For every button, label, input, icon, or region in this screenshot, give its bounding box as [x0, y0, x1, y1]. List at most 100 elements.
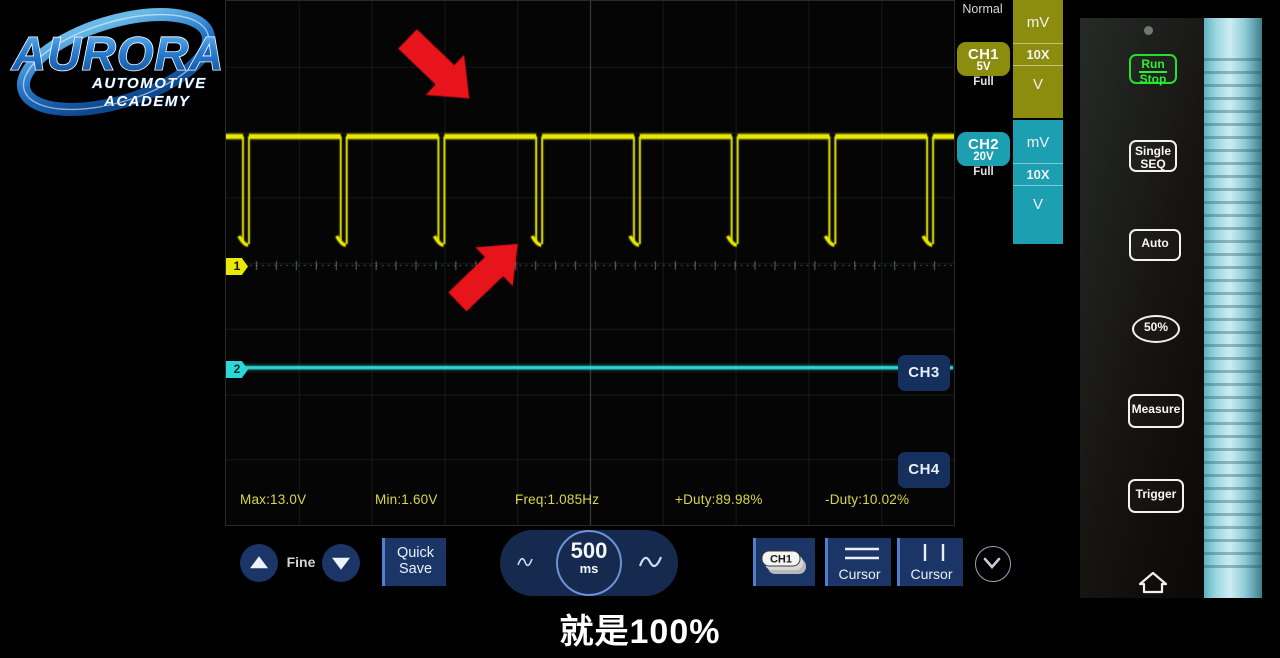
probe-ridge: [1204, 513, 1262, 516]
run-stop-line1: Run: [1139, 57, 1167, 74]
ch1-scale-buttons: mV 10X V: [1013, 0, 1063, 118]
probe-cable: [1204, 18, 1262, 598]
screenshot-root: AURORA AUTOMOTIVE ACADEMY 1 2 CH3 CH4 Ma…: [0, 0, 1280, 658]
vertical-cursor-label: Cursor: [910, 566, 953, 582]
device-single-seq-button[interactable]: Single SEQ: [1129, 140, 1177, 172]
probe-ridge: [1204, 253, 1262, 256]
ch1-mv-button[interactable]: mV: [1013, 0, 1063, 43]
ch1-badge-scale: 5V: [976, 61, 991, 73]
ch2-v-button[interactable]: V: [1013, 186, 1063, 229]
ch1-stack-icon: CH1: [761, 550, 806, 574]
probe-ridge: [1204, 331, 1262, 334]
measurement-max: Max:13.0V: [240, 492, 307, 507]
probe-ridge: [1204, 214, 1262, 217]
horizontal-cursor-button[interactable]: Cursor: [825, 538, 891, 586]
probe-ridge: [1204, 84, 1262, 87]
probe-ridge: [1204, 344, 1262, 347]
ch1-bandwidth-label: Full: [973, 76, 994, 88]
triangle-down-icon: [332, 557, 350, 570]
probe-ridge: [1204, 500, 1262, 503]
probe-ridge: [1204, 357, 1262, 360]
single-seq-line2: SEQ: [1140, 156, 1166, 171]
aurora-logo: AURORA AUTOMOTIVE ACADEMY: [0, 0, 225, 125]
small-wave-icon[interactable]: [514, 552, 540, 572]
subtitle-text: 就是100%: [559, 613, 721, 651]
probe-ridge: [1204, 305, 1262, 308]
probe-ridge: [1204, 370, 1262, 373]
chevron-down-icon: [983, 557, 1001, 569]
fine-up-button[interactable]: [240, 544, 278, 582]
probe-ridge: [1204, 539, 1262, 542]
device-auto-button[interactable]: Auto: [1129, 229, 1181, 261]
quick-save-button[interactable]: Quick Save: [382, 538, 446, 586]
vertical-cursor-button[interactable]: Cursor: [897, 538, 963, 586]
probe-ridge: [1204, 487, 1262, 490]
ch1-select-button[interactable]: CH1: [753, 538, 815, 586]
triangle-up-icon: [250, 556, 268, 569]
probe-ridge: [1204, 58, 1262, 61]
timebase-control[interactable]: 500 ms: [500, 530, 678, 596]
timebase-value: 500: [570, 538, 608, 563]
measurement-pos-duty: +Duty:89.98%: [675, 492, 763, 507]
probe-ridge: [1204, 188, 1262, 191]
probe-ridge: [1204, 149, 1262, 152]
quick-save-line1: Quick: [396, 545, 435, 561]
probe-ridge: [1204, 266, 1262, 269]
probe-ridge: [1204, 461, 1262, 464]
quick-save-line2: Save: [398, 561, 433, 578]
channel-settings-strip: Normal CH1 5V Full CH2 20V Full mV 10X V…: [955, 0, 1065, 253]
trigger-mode-label: Normal: [962, 2, 1003, 16]
svg-text:ACADEMY: ACADEMY: [103, 93, 191, 110]
power-led-icon: [1144, 26, 1153, 35]
probe-ridge: [1204, 97, 1262, 100]
probe-ridge: [1204, 136, 1262, 139]
probe-ridge: [1204, 279, 1262, 282]
measurement-neg-duty: -Duty:10.02%: [825, 492, 910, 507]
timebase-dial[interactable]: 500 ms: [556, 530, 622, 596]
timebase-unit: ms: [579, 561, 599, 576]
home-icon[interactable]: [1136, 570, 1170, 594]
ch2-10x-button[interactable]: 10X: [1013, 163, 1063, 186]
measurement-min: Min:1.60V: [375, 492, 438, 507]
expand-toolbar-button[interactable]: [975, 546, 1011, 582]
measurement-readout-bar: Max:13.0V Min:1.60V Freq:1.085Hz +Duty:8…: [226, 492, 954, 507]
ch2-bandwidth-label: Full: [973, 166, 994, 178]
probe-ridge: [1204, 201, 1262, 204]
probe-ridge: [1204, 383, 1262, 386]
probe-ridge: [1204, 71, 1262, 74]
device-run-stop-button[interactable]: Run Stop: [1129, 54, 1177, 85]
probe-ridge: [1204, 110, 1262, 113]
probe-ridge: [1204, 123, 1262, 126]
svg-text:AURORA: AURORA: [11, 27, 222, 80]
ch1-badge[interactable]: CH1 5V: [957, 42, 1010, 76]
device-measure-button[interactable]: Measure: [1128, 394, 1184, 428]
probe-ridge: [1204, 292, 1262, 295]
probe-ridge: [1204, 409, 1262, 412]
svg-text:CH1: CH1: [770, 554, 792, 566]
aurora-logo-graphic: AURORA AUTOMOTIVE ACADEMY: [10, 8, 222, 116]
ch3-button[interactable]: CH3: [898, 355, 950, 391]
probe-ridge: [1204, 318, 1262, 321]
ch4-button[interactable]: CH4: [898, 452, 950, 488]
probe-ridge: [1204, 227, 1262, 230]
probe-ridge: [1204, 422, 1262, 425]
ch1-v-button[interactable]: V: [1013, 66, 1063, 109]
ch2-badge[interactable]: CH2 20V: [957, 132, 1010, 166]
oscilloscope-display[interactable]: 1 2 CH3 CH4 Max:13.0V Min:1.60V Freq:1.0…: [225, 0, 955, 526]
probe-ridge: [1204, 396, 1262, 399]
single-seq-line1: Single: [1134, 144, 1171, 158]
measurement-freq: Freq:1.085Hz: [515, 492, 600, 507]
probe-ridge: [1204, 435, 1262, 438]
svg-text:AUTOMOTIVE: AUTOMOTIVE: [91, 75, 207, 92]
probe-ridge: [1204, 552, 1262, 555]
left-background: [0, 125, 225, 604]
fine-down-button[interactable]: [322, 544, 360, 582]
device-fifty-percent-button[interactable]: 50%: [1132, 315, 1180, 343]
large-wave-icon[interactable]: [638, 552, 664, 572]
probe-ridge: [1204, 175, 1262, 178]
ch1-10x-button[interactable]: 10X: [1013, 43, 1063, 66]
device-trigger-button[interactable]: Trigger: [1128, 479, 1184, 513]
ch2-mv-button[interactable]: mV: [1013, 120, 1063, 163]
horizontal-cursor-icon: [845, 547, 879, 560]
oscilloscope-device-photo: Run Stop Single SEQ Auto 50% Measure Tri…: [1080, 18, 1262, 598]
